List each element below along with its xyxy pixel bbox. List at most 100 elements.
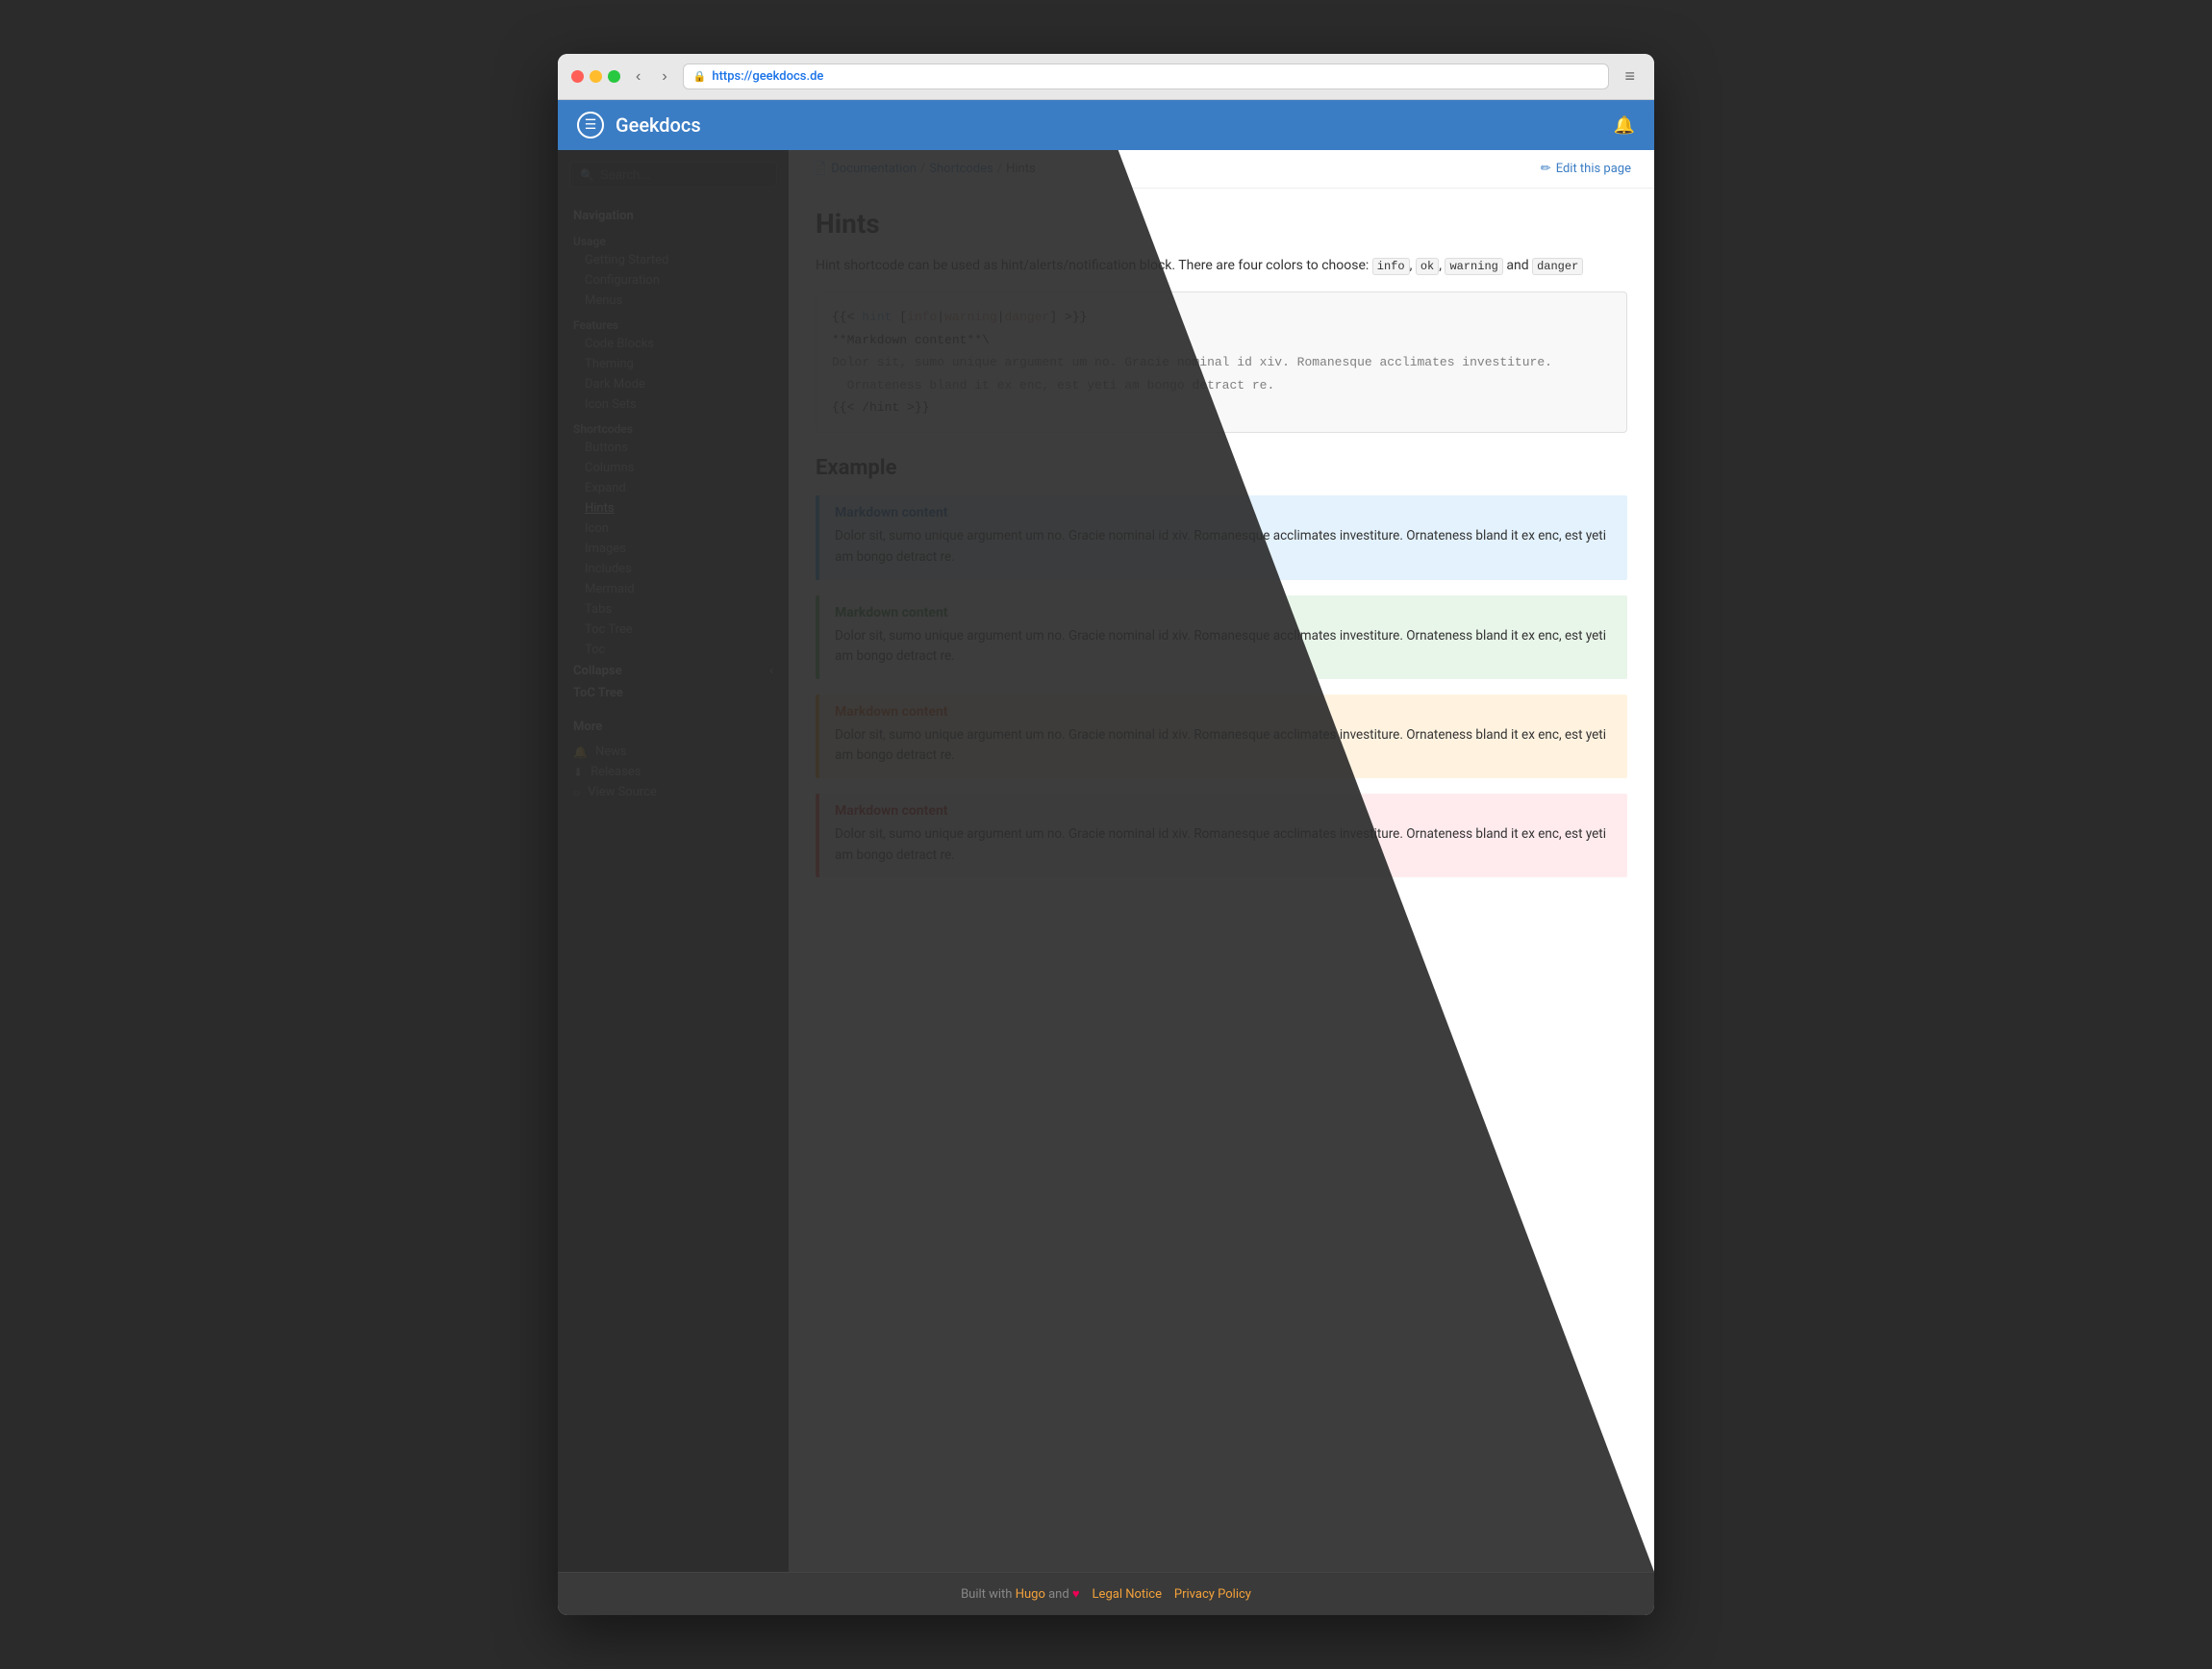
- hint-title-danger: Markdown content: [819, 794, 1627, 824]
- shortcodes-group-label: Shortcodes: [558, 415, 789, 438]
- sidebar-item-images[interactable]: Images: [558, 539, 789, 559]
- hamburger-icon: ☰: [585, 117, 597, 133]
- content-area: 📄 Documentation / Shortcodes / Hints ✏ E…: [789, 150, 1654, 1572]
- sidebar-item-mermaid[interactable]: Mermaid: [558, 579, 789, 599]
- edit-page-label: Edit this page: [1556, 162, 1631, 176]
- hint-title-info: Markdown content: [819, 495, 1627, 526]
- sidebar-item-icon[interactable]: Icon: [558, 518, 789, 539]
- sidebar-item-columns[interactable]: Columns: [558, 458, 789, 478]
- code-block: {{< hint [info|warning|danger] >}} **Mar…: [816, 291, 1627, 433]
- code-line-3: Dolor sit, sumo unique argument um no. G…: [832, 351, 1611, 373]
- sidebar-item-toc[interactable]: Toc: [558, 640, 789, 660]
- hint-body-ok: Dolor sit, sumo unique argument um no. G…: [819, 626, 1627, 679]
- back-button[interactable]: ‹: [630, 66, 646, 88]
- features-group-label: Features: [558, 311, 789, 334]
- hugo-link[interactable]: Hugo: [1016, 1587, 1045, 1602]
- breadcrumb: 📄 Documentation / Shortcodes / Hints: [812, 162, 1036, 176]
- sidebar-item-buttons[interactable]: Buttons: [558, 438, 789, 458]
- news-icon: 🔔: [573, 746, 588, 759]
- sidebar-item-toc-tree[interactable]: Toc Tree: [558, 620, 789, 640]
- site-icon: ☰: [577, 112, 604, 139]
- hint-block-warning: Markdown content Dolor sit, sumo unique …: [816, 695, 1627, 778]
- notification-icon[interactable]: 🔔: [1614, 115, 1635, 136]
- app-body: ☰ Geekdocs 🔔 🔍 Navigation Usage Getting …: [558, 100, 1654, 1615]
- heart-icon: ♥: [1072, 1587, 1080, 1602]
- privacy-policy-link[interactable]: Privacy Policy: [1174, 1587, 1251, 1602]
- url-display: https://geekdocs.de: [712, 69, 823, 84]
- close-button[interactable]: [571, 70, 584, 83]
- search-input[interactable]: [600, 167, 767, 182]
- collapse-label: Collapse: [573, 664, 622, 678]
- minimize-button[interactable]: [590, 70, 602, 83]
- footer-and: and: [1048, 1587, 1072, 1602]
- breadcrumb-shortcodes-link[interactable]: Shortcodes: [929, 162, 993, 176]
- news-item[interactable]: 🔔 News: [573, 742, 773, 762]
- view-source-icon: ○: [573, 786, 580, 799]
- app-footer: Built with Hugo and ♥ Legal Notice Priva…: [558, 1572, 1654, 1615]
- hint-title-warning: Markdown content: [819, 695, 1627, 725]
- view-source-label: View Source: [588, 785, 657, 799]
- code-line-4: Ornateness bland it ex enc, est yeti am …: [832, 374, 1611, 396]
- inline-code-danger: danger: [1532, 258, 1583, 275]
- hint-block-ok: Markdown content Dolor sit, sumo unique …: [816, 595, 1627, 679]
- hint-title-ok: Markdown content: [819, 595, 1627, 626]
- lock-icon: 🔒: [693, 70, 707, 83]
- legal-notice-link[interactable]: Legal Notice: [1093, 1587, 1162, 1602]
- breadcrumb-documentation-link[interactable]: Documentation: [831, 162, 917, 176]
- edit-page-button[interactable]: ✏ Edit this page: [1541, 162, 1631, 176]
- hint-body-info: Dolor sit, sumo unique argument um no. G…: [819, 526, 1627, 579]
- sidebar-item-getting-started[interactable]: Getting Started: [558, 250, 789, 270]
- nav-footer: More 🔔 News ⬇ Releases ○ View Source: [558, 704, 789, 802]
- sidebar-item-dark-mode[interactable]: Dark Mode: [558, 374, 789, 394]
- view-source-item[interactable]: ○ View Source: [573, 782, 773, 802]
- breadcrumb-bar: 📄 Documentation / Shortcodes / Hints ✏ E…: [789, 150, 1654, 189]
- hint-block-danger: Markdown content Dolor sit, sumo unique …: [816, 794, 1627, 877]
- sidebar-item-expand[interactable]: Expand: [558, 478, 789, 498]
- site-title: Geekdocs: [616, 114, 701, 137]
- more-label: More: [573, 720, 773, 734]
- inline-code-info: info: [1372, 258, 1410, 275]
- hint-block-info: Markdown content Dolor sit, sumo unique …: [816, 495, 1627, 579]
- inline-code-warning: warning: [1445, 258, 1502, 275]
- example-heading: Example: [816, 456, 1627, 480]
- search-icon: 🔍: [580, 168, 594, 182]
- inline-code-ok: ok: [1416, 258, 1439, 275]
- sidebar-item-code-blocks[interactable]: Code Blocks: [558, 334, 789, 354]
- releases-item[interactable]: ⬇ Releases: [573, 762, 773, 782]
- address-bar[interactable]: 🔒 https://geekdocs.de: [683, 63, 1610, 89]
- collapse-row[interactable]: Collapse ‹: [558, 660, 789, 682]
- news-label: News: [595, 745, 627, 759]
- code-line-1: {{< hint [info|warning|danger] >}}: [832, 306, 1611, 328]
- breadcrumb-icon: 📄: [812, 162, 827, 176]
- edit-icon: ✏: [1541, 162, 1551, 176]
- maximize-button[interactable]: [608, 70, 620, 83]
- traffic-lights: [571, 70, 620, 83]
- content-inner: Hints Hint shortcode can be used as hint…: [789, 189, 1654, 931]
- browser-chrome: ‹ › 🔒 https://geekdocs.de ≡: [558, 54, 1654, 100]
- browser-menu-button[interactable]: ≡: [1619, 64, 1641, 89]
- page-title: Hints: [816, 208, 1627, 240]
- collapse-arrow-icon: ‹: [769, 664, 773, 678]
- toc-tree-section-label: ToC Tree: [558, 682, 789, 704]
- sidebar-item-tabs[interactable]: Tabs: [558, 599, 789, 620]
- sidebar-item-includes[interactable]: Includes: [558, 559, 789, 579]
- sidebar-item-menus[interactable]: Menus: [558, 291, 789, 311]
- sidebar-item-theming[interactable]: Theming: [558, 354, 789, 374]
- browser-window: ‹ › 🔒 https://geekdocs.de ≡ ☰ Geekdocs 🔔: [558, 54, 1654, 1615]
- sidebar-item-hints[interactable]: Hints: [558, 498, 789, 518]
- footer-text: Built with: [961, 1587, 1012, 1602]
- top-bar-left: ☰ Geekdocs: [577, 112, 701, 139]
- sidebar-item-configuration[interactable]: Configuration: [558, 270, 789, 291]
- search-box[interactable]: 🔍: [569, 162, 777, 188]
- breadcrumb-sep-2: /: [997, 162, 1002, 176]
- forward-button[interactable]: ›: [656, 66, 672, 88]
- releases-icon: ⬇: [573, 766, 583, 779]
- usage-group-label: Usage: [558, 227, 789, 250]
- sidebar-item-icon-sets[interactable]: Icon Sets: [558, 394, 789, 415]
- hint-body-warning: Dolor sit, sumo unique argument um no. G…: [819, 725, 1627, 778]
- main-area: 🔍 Navigation Usage Getting Started Confi…: [558, 150, 1654, 1572]
- code-line-5: {{< /hint >}}: [832, 396, 1611, 418]
- navigation-label: Navigation: [558, 203, 789, 227]
- breadcrumb-current: Hints: [1006, 162, 1036, 176]
- hint-body-danger: Dolor sit, sumo unique argument um no. G…: [819, 824, 1627, 877]
